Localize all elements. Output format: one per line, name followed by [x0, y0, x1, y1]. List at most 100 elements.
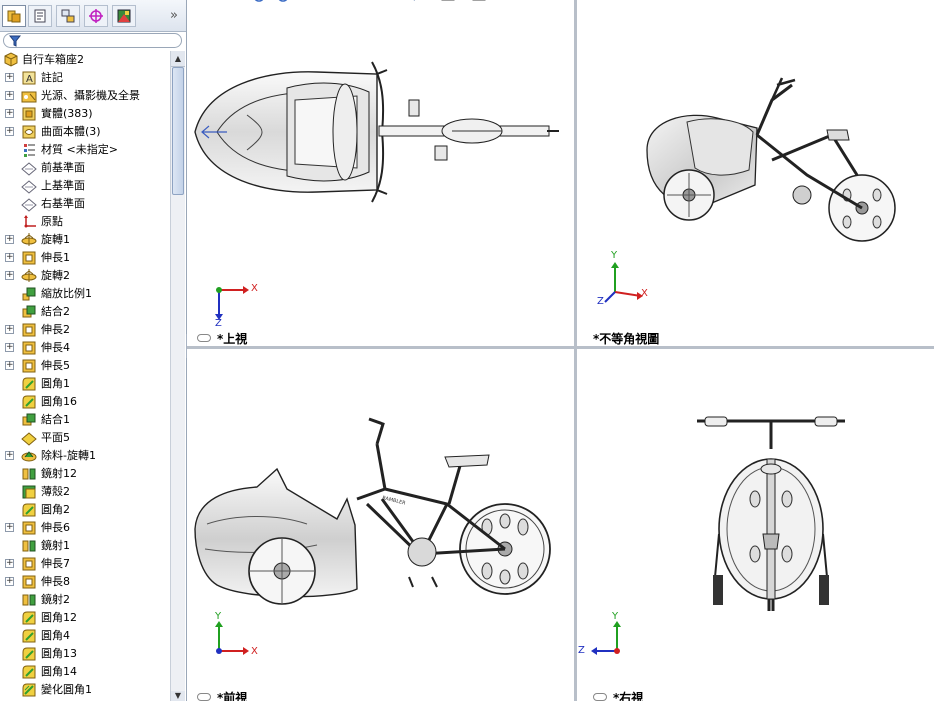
- property-manager-tab-icon[interactable]: [28, 5, 52, 27]
- extrude-icon: [21, 250, 37, 266]
- viewport-label-right: *右視: [613, 691, 644, 701]
- tree-item-label: 伸長5: [41, 359, 70, 372]
- tree-item[interactable]: 原點: [0, 213, 170, 231]
- tree-expand-icon[interactable]: +: [5, 343, 14, 352]
- tree-item-label: 材質 <未指定>: [41, 143, 118, 156]
- tree-item[interactable]: 薄殼2: [0, 483, 170, 501]
- tree-item-label: 圓角13: [41, 647, 77, 660]
- surface-bodies-icon: [21, 124, 37, 140]
- tree-item[interactable]: + 旋轉1: [0, 231, 170, 249]
- tree-item[interactable]: 結合2: [0, 303, 170, 321]
- shell-icon: [21, 484, 37, 500]
- tree-expand-icon[interactable]: +: [5, 559, 14, 568]
- tree-expand-icon[interactable]: +: [5, 577, 14, 586]
- fillet-icon: [21, 610, 37, 626]
- viewport-top[interactable]: X Z *上視: [187, 0, 574, 346]
- scrollbar-thumb[interactable]: [172, 67, 184, 195]
- extrude-icon: [21, 340, 37, 356]
- tree-item[interactable]: 右基準面: [0, 195, 170, 213]
- viewport-splitter-horizontal[interactable]: [187, 346, 934, 349]
- tree-item[interactable]: + 伸長2: [0, 321, 170, 339]
- scroll-down-arrow-icon[interactable]: ▼: [171, 691, 185, 701]
- tree-item-label: 實體(383): [41, 107, 93, 120]
- tree-item-label: 原點: [41, 215, 63, 228]
- viewport-splitter-vertical[interactable]: [574, 0, 577, 701]
- tree-expand-icon[interactable]: +: [5, 253, 14, 262]
- tree-item-label: 曲面本體(3): [41, 125, 101, 138]
- tree-expand-icon[interactable]: +: [5, 523, 14, 532]
- view-link-icon[interactable]: [197, 693, 211, 701]
- tree-item[interactable]: 圓角12: [0, 609, 170, 627]
- tree-item-label: 結合2: [41, 305, 70, 318]
- tree-item[interactable]: + 光源、攝影機及全景: [0, 87, 170, 105]
- tree-item[interactable]: 圓角16: [0, 393, 170, 411]
- viewport-right[interactable]: Y Z *右視: [577, 349, 934, 701]
- view-link-icon[interactable]: [197, 334, 211, 342]
- extrude-icon: [21, 556, 37, 572]
- tree-item[interactable]: + 伸長1: [0, 249, 170, 267]
- tree-item[interactable]: 變化圓角1: [0, 681, 170, 699]
- feature-tree-scrollbar[interactable]: ▲ ▼: [170, 51, 185, 701]
- tree-item[interactable]: 平面5: [0, 429, 170, 447]
- tree-item[interactable]: 圓角4: [0, 627, 170, 645]
- tree-item[interactable]: 圓角2: [0, 501, 170, 519]
- tree-expand-icon[interactable]: +: [5, 235, 14, 244]
- tree-item[interactable]: 鏡射12: [0, 465, 170, 483]
- tree-item[interactable]: + 伸長4: [0, 339, 170, 357]
- tree-item[interactable]: + 除料-旋轉1: [0, 447, 170, 465]
- tree-item[interactable]: 縮放比例1: [0, 285, 170, 303]
- fillet-icon: [21, 646, 37, 662]
- feature-manager-tab-icon[interactable]: [2, 5, 26, 27]
- viewport-label-front: *前視: [217, 691, 248, 701]
- tree-item-label: 上基準面: [41, 179, 85, 192]
- tree-item[interactable]: + A 註記: [0, 69, 170, 87]
- tree-item[interactable]: 鏡射2: [0, 591, 170, 609]
- tree-expand-icon[interactable]: +: [5, 325, 14, 334]
- scroll-up-arrow-icon[interactable]: ▲: [171, 51, 185, 67]
- feature-filter-input[interactable]: [3, 33, 182, 48]
- tree-item-label: 圓角16: [41, 395, 77, 408]
- tree-item[interactable]: 圓角14: [0, 663, 170, 681]
- expand-panel-icon[interactable]: »: [166, 8, 182, 24]
- configuration-manager-tab-icon[interactable]: [56, 5, 80, 27]
- tree-item[interactable]: + 伸長6: [0, 519, 170, 537]
- tree-item[interactable]: 鏡射1: [0, 537, 170, 555]
- tree-item[interactable]: 上基準面: [0, 177, 170, 195]
- viewport-label-iso: *不等角視圖: [593, 332, 660, 346]
- view-link-icon[interactable]: [593, 693, 607, 701]
- viewport-front[interactable]: RAMBLER Y X *前視: [187, 349, 574, 701]
- axis-label-z: Z: [578, 645, 585, 656]
- svg-text:A: A: [26, 74, 33, 85]
- tree-item[interactable]: + 曲面本體(3): [0, 123, 170, 141]
- feature-manager-tabbar: »: [0, 0, 186, 32]
- tree-item[interactable]: 圓角13: [0, 645, 170, 663]
- tree-item[interactable]: + 實體(383): [0, 105, 170, 123]
- axis-label-x: X: [251, 646, 258, 657]
- display-manager-tab-icon[interactable]: [112, 5, 136, 27]
- mirror-icon: [21, 538, 37, 554]
- tree-expand-icon[interactable]: +: [5, 73, 14, 82]
- tree-expand-icon[interactable]: +: [5, 91, 14, 100]
- tree-expand-icon[interactable]: +: [5, 451, 14, 460]
- origin-icon: [21, 214, 37, 230]
- viewport-iso[interactable]: Y X Z *不等角視圖: [577, 0, 934, 346]
- dim-xpert-tab-icon[interactable]: [84, 5, 108, 27]
- tree-expand-icon[interactable]: +: [5, 127, 14, 136]
- tree-root-item[interactable]: 自行车箱座2: [0, 51, 170, 69]
- tree-item[interactable]: + 伸長5: [0, 357, 170, 375]
- tree-expand-icon[interactable]: +: [5, 361, 14, 370]
- tree-item[interactable]: 結合1: [0, 411, 170, 429]
- material-icon: [21, 142, 37, 158]
- tree-expand-icon[interactable]: +: [5, 109, 14, 118]
- tree-expand-icon[interactable]: +: [5, 271, 14, 280]
- tree-item[interactable]: 前基準面: [0, 159, 170, 177]
- tree-item[interactable]: + 旋轉2: [0, 267, 170, 285]
- tree-item[interactable]: 材質 <未指定>: [0, 141, 170, 159]
- tree-item[interactable]: + 伸長7: [0, 555, 170, 573]
- fillet-icon: [21, 628, 37, 644]
- tree-item[interactable]: + 伸長8: [0, 573, 170, 591]
- extrude-icon: [21, 574, 37, 590]
- tree-root-label: 自行车箱座2: [22, 53, 84, 66]
- feature-manager-panel: » 自行车箱座2 + A 註記 + 光源、攝影機及全景 + 實體(383) + 曲面本體(3) 材…: [0, 0, 187, 701]
- tree-item[interactable]: 圓角1: [0, 375, 170, 393]
